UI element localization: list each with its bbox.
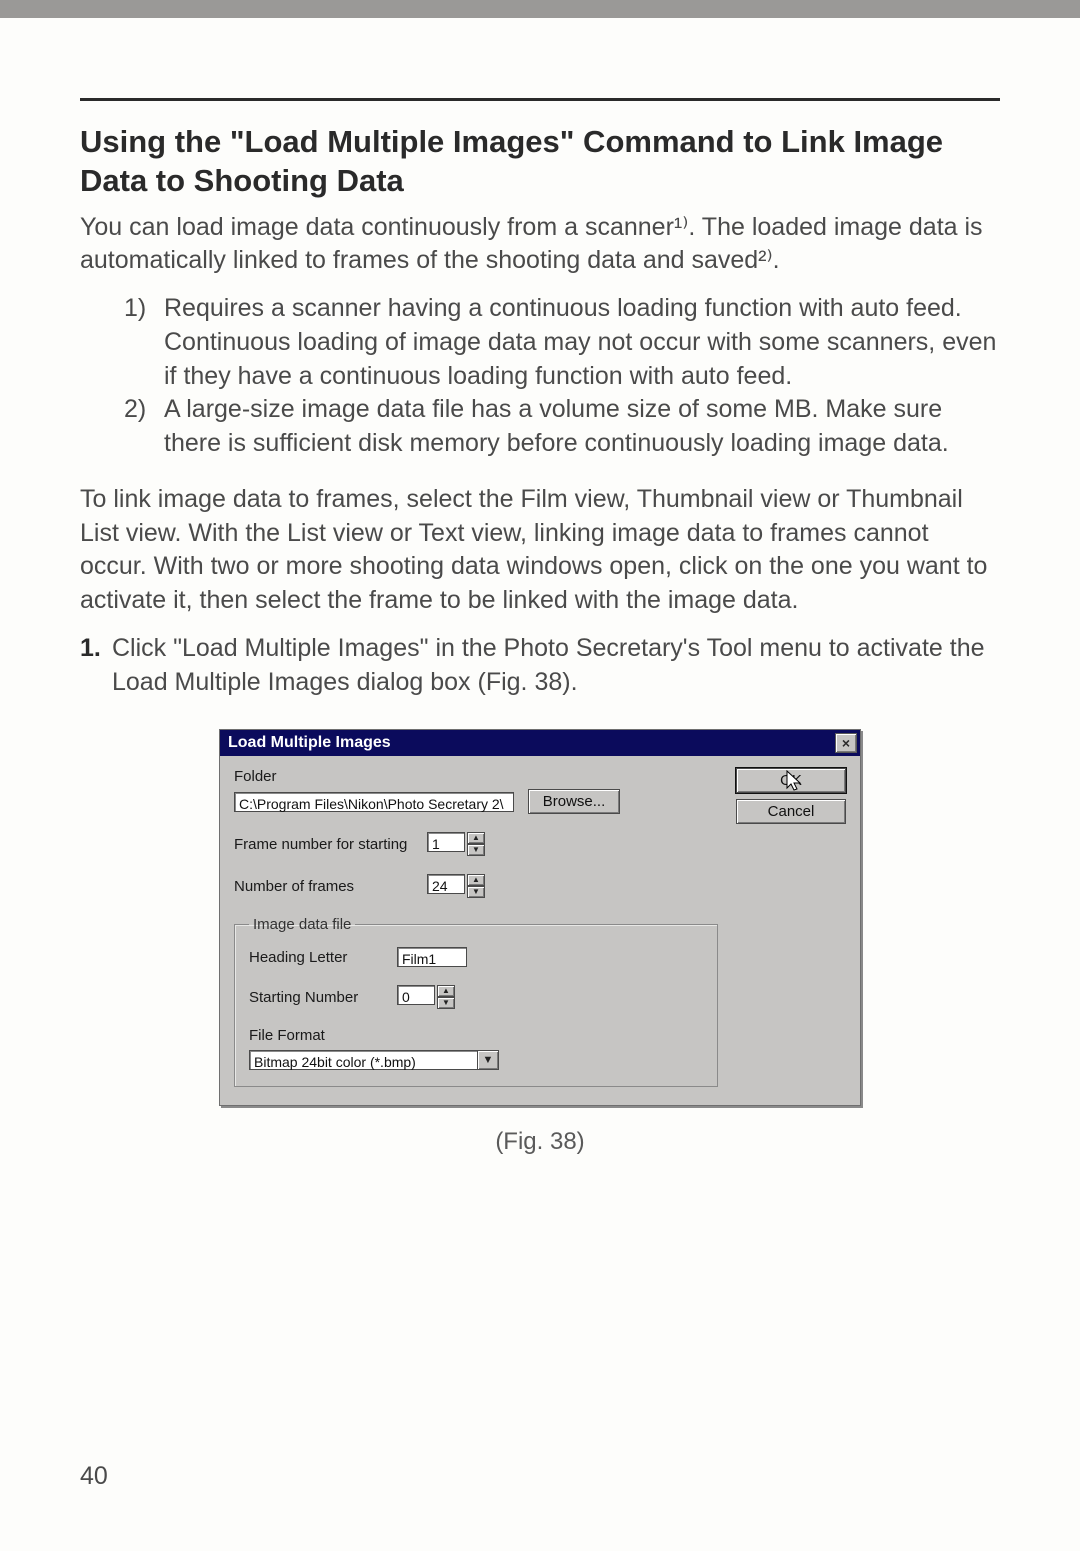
load-multiple-images-dialog: Load Multiple Images × Folder C:\Program… [219, 729, 861, 1106]
starting-number-down-button[interactable]: ▼ [437, 997, 455, 1009]
file-format-value: Bitmap 24bit color (*.bmp) [249, 1050, 478, 1070]
frame-start-value[interactable]: 1 [427, 832, 465, 852]
file-format-label: File Format [249, 1027, 703, 1044]
num-frames-label: Number of frames [234, 878, 409, 895]
frame-start-down-button[interactable]: ▼ [467, 844, 485, 856]
frame-start-spinner[interactable]: 1 ▲ ▼ [427, 832, 485, 856]
chevron-down-icon: ▼ [472, 846, 480, 854]
footnote-2-text: A large-size image data file has a volum… [164, 393, 1000, 461]
page-number: 40 [80, 1462, 108, 1491]
chevron-up-icon: ▲ [442, 987, 450, 995]
folder-path-input[interactable]: C:\Program Files\Nikon\Photo Secretary 2… [234, 792, 514, 812]
num-frames-down-button[interactable]: ▼ [467, 886, 485, 898]
file-format-select[interactable]: Bitmap 24bit color (*.bmp) ▼ [249, 1050, 499, 1070]
step-1-number: 1. [80, 632, 112, 700]
starting-number-value[interactable]: 0 [397, 985, 435, 1005]
num-frames-up-button[interactable]: ▲ [467, 874, 485, 886]
cancel-button[interactable]: Cancel [736, 799, 846, 824]
horizontal-rule [80, 98, 1000, 101]
chevron-down-icon: ▼ [442, 999, 450, 1007]
footnote-2: 2) A large-size image data file has a vo… [124, 393, 1000, 461]
intro-paragraph: You can load image data continuously fro… [80, 211, 1000, 279]
chevron-up-icon: ▲ [472, 876, 480, 884]
starting-number-spinner[interactable]: 0 ▲ ▼ [397, 985, 455, 1009]
step-1-text: Click "Load Multiple Images" in the Phot… [112, 632, 1000, 700]
paragraph-views: To link image data to frames, select the… [80, 483, 1000, 618]
footnote-1-number: 1) [124, 292, 164, 393]
dialog-titlebar: Load Multiple Images × [220, 730, 860, 756]
footnote-1: 1) Requires a scanner having a continuou… [124, 292, 1000, 393]
frame-start-up-button[interactable]: ▲ [467, 832, 485, 844]
section-heading: Using the "Load Multiple Images" Command… [80, 123, 1000, 201]
figure-caption: (Fig. 38) [80, 1128, 1000, 1156]
footnote-2-number: 2) [124, 393, 164, 461]
dialog-title: Load Multiple Images [228, 734, 391, 752]
step-1: 1. Click "Load Multiple Images" in the P… [80, 632, 1000, 700]
footnotes: 1) Requires a scanner having a continuou… [80, 292, 1000, 461]
browse-button[interactable]: Browse... [528, 789, 620, 814]
close-button[interactable]: × [835, 733, 857, 753]
close-icon: × [842, 735, 850, 751]
chevron-up-icon: ▲ [472, 834, 480, 842]
image-data-file-legend: Image data file [249, 916, 355, 933]
num-frames-value[interactable]: 24 [427, 874, 465, 894]
heading-letter-input[interactable]: Film1 [397, 947, 467, 967]
file-format-dropdown-button[interactable]: ▼ [478, 1050, 499, 1070]
footnote-1-text: Requires a scanner having a continuous l… [164, 292, 1000, 393]
image-data-file-group: Image data file Heading Letter Film1 Sta… [234, 916, 718, 1087]
folder-label: Folder [234, 768, 718, 785]
starting-number-label: Starting Number [249, 989, 379, 1006]
num-frames-spinner[interactable]: 24 ▲ ▼ [427, 874, 485, 898]
chevron-down-icon: ▼ [483, 1054, 494, 1066]
starting-number-up-button[interactable]: ▲ [437, 985, 455, 997]
frame-start-label: Frame number for starting [234, 836, 409, 853]
ok-button[interactable]: OK [736, 768, 846, 793]
heading-letter-label: Heading Letter [249, 949, 379, 966]
chevron-down-icon: ▼ [472, 888, 480, 896]
